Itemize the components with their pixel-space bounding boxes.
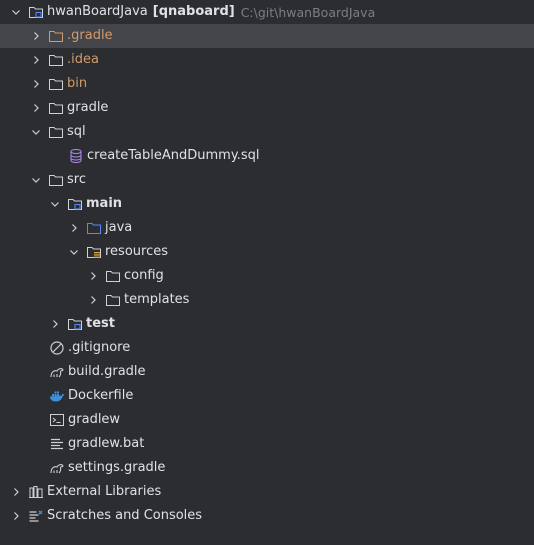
folder-icon xyxy=(48,52,64,68)
file-label: Dockerfile xyxy=(68,388,134,403)
tree-row-gradlew[interactable]: gradlew xyxy=(0,408,534,432)
folder-label: main xyxy=(86,196,123,211)
file-label: .gitignore xyxy=(68,340,131,355)
tree-row-resources[interactable]: resources xyxy=(0,240,534,264)
chevron-down-icon[interactable] xyxy=(49,192,61,216)
tree-row-config[interactable]: config xyxy=(0,264,534,288)
tree-row-gitignore[interactable]: .gitignore xyxy=(0,336,534,360)
docker-icon xyxy=(49,388,65,404)
tree-row-bin[interactable]: bin xyxy=(0,72,534,96)
tree-row-main[interactable]: main xyxy=(0,192,534,216)
tree-row-sql[interactable]: sql xyxy=(0,120,534,144)
scratches-icon xyxy=(28,508,44,524)
file-label: gradlew.bat xyxy=(68,436,145,451)
tree-row-gradlew-bat[interactable]: gradlew.bat xyxy=(0,432,534,456)
gradle-icon xyxy=(49,364,65,380)
chevron-right-icon[interactable] xyxy=(30,72,42,96)
chevron-down-icon[interactable] xyxy=(68,240,80,264)
tree-row-templates[interactable]: templates xyxy=(0,288,534,312)
folder-label: bin xyxy=(67,76,88,91)
folder-icon xyxy=(48,124,64,140)
tree-row-settings-gradle[interactable]: settings.gradle xyxy=(0,456,534,480)
chevron-down-icon[interactable] xyxy=(10,0,22,24)
source-set-folder-icon xyxy=(67,316,83,332)
chevron-right-icon[interactable] xyxy=(10,504,22,528)
project-module-icon xyxy=(28,4,44,20)
tree-row-sql-file[interactable]: createTableAndDummy.sql xyxy=(0,144,534,168)
source-set-folder-icon xyxy=(67,196,83,212)
tree-row-project-root[interactable]: hwanBoardJava [qnaboard] C:\git\hwanBoar… xyxy=(0,0,534,24)
folder-label: .gradle xyxy=(67,28,113,43)
tree-row-src[interactable]: src xyxy=(0,168,534,192)
ignore-file-icon xyxy=(49,340,65,356)
chevron-right-icon[interactable] xyxy=(68,216,80,240)
folder-icon xyxy=(48,100,64,116)
folder-label: templates xyxy=(124,292,190,307)
tree-row-scratches[interactable]: Scratches and Consoles xyxy=(0,504,534,528)
node-label: Scratches and Consoles xyxy=(47,508,203,523)
tree-row-test[interactable]: test xyxy=(0,312,534,336)
folder-label: src xyxy=(67,172,86,187)
chevron-right-icon[interactable] xyxy=(30,48,42,72)
folder-label: config xyxy=(124,268,164,283)
text-file-icon xyxy=(49,436,65,452)
project-path: C:\git\hwanBoardJava xyxy=(240,4,376,20)
tree-row-build-gradle[interactable]: build.gradle xyxy=(0,360,534,384)
chevron-right-icon[interactable] xyxy=(30,96,42,120)
chevron-down-icon[interactable] xyxy=(30,120,42,144)
tree-row-gradle-hidden[interactable]: .gradle xyxy=(0,24,534,48)
folder-label: sql xyxy=(67,124,86,139)
tree-row-java[interactable]: java xyxy=(0,216,534,240)
chevron-right-icon[interactable] xyxy=(87,288,99,312)
file-label: gradlew xyxy=(68,412,121,427)
module-name: [qnaboard] xyxy=(152,4,235,19)
file-label: createTableAndDummy.sql xyxy=(87,148,260,163)
project-name: hwanBoardJava xyxy=(47,4,148,19)
tree-row-external-libraries[interactable]: External Libraries xyxy=(0,480,534,504)
folder-label: .idea xyxy=(67,52,99,67)
database-icon xyxy=(68,148,84,164)
tree-row-dockerfile[interactable]: Dockerfile xyxy=(0,384,534,408)
node-label: External Libraries xyxy=(47,484,162,499)
chevron-right-icon[interactable] xyxy=(49,312,61,336)
folder-label: java xyxy=(105,220,133,235)
terminal-icon xyxy=(49,412,65,428)
folder-icon xyxy=(48,172,64,188)
file-label: build.gradle xyxy=(68,364,146,379)
chevron-right-icon[interactable] xyxy=(87,264,99,288)
source-folder-icon xyxy=(86,220,102,236)
folder-icon xyxy=(48,76,64,92)
chevron-down-icon[interactable] xyxy=(30,168,42,192)
chevron-right-icon[interactable] xyxy=(30,24,42,48)
tree-row-gradle[interactable]: gradle xyxy=(0,96,534,120)
chevron-right-icon[interactable] xyxy=(10,480,22,504)
tree-row-idea[interactable]: .idea xyxy=(0,48,534,72)
excluded-folder-icon xyxy=(48,28,64,44)
gradle-icon xyxy=(49,460,65,476)
folder-label: test xyxy=(86,316,115,331)
folder-label: resources xyxy=(105,244,169,259)
file-label: settings.gradle xyxy=(68,460,166,475)
library-icon xyxy=(28,484,44,500)
folder-icon xyxy=(105,268,121,284)
folder-label: gradle xyxy=(67,100,109,115)
resources-folder-icon xyxy=(86,244,102,260)
folder-icon xyxy=(105,292,121,308)
